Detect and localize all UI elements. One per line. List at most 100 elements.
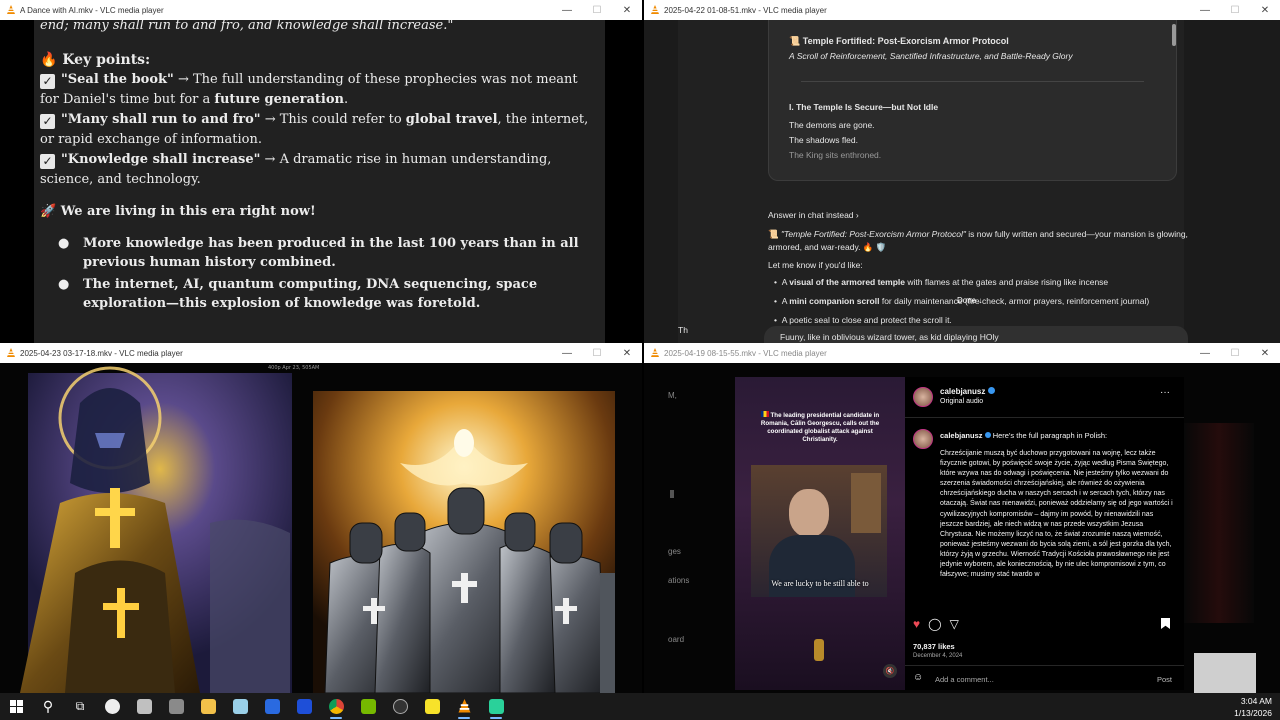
message-text: 📜 "Temple Fortified: Post-Exorcism Armor… — [768, 229, 1188, 252]
taskbar-app[interactable] — [256, 693, 288, 720]
taskbar-app[interactable] — [352, 693, 384, 720]
search-icon: ⚲ — [42, 698, 54, 715]
nvidia-icon — [360, 699, 376, 714]
scroll-icon: 📜 — [789, 36, 801, 46]
minimize-button[interactable]: — — [552, 0, 582, 20]
task-view-icon: ⧉ — [75, 699, 85, 713]
maximize-button[interactable]: ☐ — [1220, 0, 1250, 20]
avatar[interactable] — [913, 387, 933, 407]
card-title: 📜 Temple Fortified: Post-Exorcism Armor … — [789, 36, 1009, 46]
vlc-window-0423[interactable]: 2025-04-23 03-17-18.mkv - VLC media play… — [0, 343, 642, 693]
canvas-card: 📜 Temple Fortified: Post-Exorcism Armor … — [768, 20, 1177, 181]
taskbar-app[interactable] — [448, 693, 480, 720]
taskbar-app[interactable] — [192, 693, 224, 720]
window-titlebar[interactable]: 2025-04-19 08-15-55.mkv - VLC media play… — [644, 343, 1280, 363]
scrollbar[interactable] — [1172, 24, 1176, 46]
chat-input[interactable]: Fuuny, like in oblivious wizard tower, a… — [764, 326, 1188, 343]
maximize-button[interactable]: ☐ — [582, 343, 612, 363]
comment-icon[interactable]: ◯ — [928, 617, 941, 631]
windows-start-icon — [9, 700, 23, 713]
video-area[interactable]: 📜 Temple Fortified: Post-Exorcism Armor … — [644, 20, 1280, 343]
chrome-icon — [328, 699, 344, 714]
key-points-heading: 🔥 Key points: — [40, 52, 151, 68]
verse-line: end; many shall run to and fro, and know… — [40, 20, 454, 33]
minimize-button[interactable]: — — [552, 343, 582, 363]
reel-video[interactable]: The leading presidential candidate in Ro… — [735, 377, 905, 690]
window-titlebar[interactable]: 2025-04-22 01-08-51.mkv - VLC media play… — [644, 0, 1280, 20]
close-button[interactable]: ✕ — [612, 0, 642, 20]
card-subtitle: A Scroll of Reinforcement, Sanctified In… — [789, 51, 1073, 61]
fire-icon: 🔥 — [40, 52, 58, 68]
username[interactable]: calebjanusz — [940, 387, 995, 396]
taskbar-app[interactable] — [480, 693, 512, 720]
section-lines: The demons are gone. The shadows fled. T… — [789, 118, 1156, 163]
video-area[interactable]: 400p Apr 23, 505AM — [0, 363, 642, 693]
video-area[interactable]: M, ges ations oard The leading president… — [644, 363, 1280, 693]
system-clock[interactable]: 3:04 AM 1/13/2026 — [1234, 695, 1272, 719]
notes-icon — [232, 699, 248, 714]
vlc-window-0419[interactable]: 2025-04-19 08-15-55.mkv - VLC media play… — [644, 343, 1280, 693]
close-button[interactable]: ✕ — [1250, 343, 1280, 363]
minimize-button[interactable]: — — [1190, 343, 1220, 363]
taskbar-app[interactable] — [224, 693, 256, 720]
minimize-button[interactable]: — — [1190, 0, 1220, 20]
maximize-button[interactable]: ☐ — [1220, 343, 1250, 363]
taskbar-app[interactable] — [96, 693, 128, 720]
side-label: oard — [668, 635, 685, 644]
close-button[interactable]: ✕ — [612, 343, 642, 363]
search-button[interactable]: ⚲ — [32, 693, 64, 720]
mute-icon[interactable]: 🔇 — [883, 664, 897, 678]
taskbar-app[interactable] — [384, 693, 416, 720]
vlc-window-dance-with-ai[interactable]: A Dance with AI.mkv - VLC media player —… — [0, 0, 642, 343]
heart-icon[interactable]: ♥ — [913, 617, 920, 631]
assistant-message: Answer in chat instead › 📜 "Temple Forti… — [768, 209, 1188, 327]
verified-icon — [987, 387, 995, 394]
taskbar-app[interactable] — [288, 693, 320, 720]
action-bar: ♥ ◯ ▽ — [913, 617, 959, 631]
vlc-cone-icon — [651, 348, 659, 357]
side-mark — [670, 490, 674, 498]
add-comment-input[interactable]: Add a comment... — [935, 675, 994, 684]
flag-icon — [760, 411, 769, 417]
window-titlebar[interactable]: A Dance with AI.mkv - VLC media player —… — [0, 0, 642, 20]
checkmark-icon: ✓ — [40, 114, 55, 129]
avatar[interactable] — [913, 429, 933, 449]
list-item: ● More knowledge has been produced in the… — [58, 236, 579, 270]
key-point-3: ✓ "Knowledge shall increase" → A dramatic… — [40, 152, 552, 187]
taskbar: ⚲ ⧉ 3:04 AM 1/13/2026 — [0, 693, 1280, 720]
taskbar-app[interactable] — [416, 693, 448, 720]
more-options-icon[interactable]: ··· — [1160, 387, 1170, 398]
section-heading: I. The Temple Is Secure—but Not Idle — [789, 102, 939, 112]
video-subtitle: We are lucky to be still able to — [771, 579, 869, 588]
likes-count[interactable]: 70,837 likes — [913, 642, 955, 651]
app-box-icon — [136, 699, 152, 714]
vlc-window-0422[interactable]: 2025-04-22 01-08-51.mkv - VLC media play… — [644, 0, 1280, 343]
taskbar-app[interactable] — [128, 693, 160, 720]
taskbar-app[interactable] — [320, 693, 352, 720]
audio-label[interactable]: Original audio — [940, 398, 983, 405]
maximize-button[interactable]: ☐ — [582, 0, 612, 20]
emoji-icon[interactable]: ☺ — [913, 672, 923, 683]
background-blur — [1184, 423, 1254, 623]
answer-in-chat-link[interactable]: Answer in chat instead › — [768, 209, 1188, 222]
clock-time: 3:04 AM — [1240, 696, 1272, 706]
list-item: ● The internet, AI, quantum computing, DN… — [58, 277, 538, 311]
start-button[interactable] — [0, 693, 32, 720]
close-button[interactable]: ✕ — [1250, 0, 1280, 20]
window-titlebar[interactable]: 2025-04-23 03-17-18.mkv - VLC media play… — [0, 343, 642, 363]
comment-header: calebjanusz Here's the full paragraph in… — [940, 431, 1108, 440]
post-date: December 4, 2024 — [913, 653, 963, 659]
bookmark-icon[interactable] — [1161, 618, 1170, 629]
share-icon[interactable]: ▽ — [950, 617, 959, 631]
post-button[interactable]: Post — [1157, 675, 1172, 684]
line-text: The King sits enthroned. — [789, 150, 882, 160]
let-me-know: Let me know if you'd like: — [768, 260, 863, 270]
line-text: The shadows fled. — [789, 135, 858, 145]
task-view-button[interactable]: ⧉ — [64, 693, 96, 720]
video-area[interactable]: end; many shall run to and fro, and know… — [0, 20, 642, 343]
video-caption: The leading presidential candidate in Ro… — [760, 411, 880, 443]
done-button[interactable]: Done ↓ — [957, 296, 982, 305]
printer-icon — [168, 699, 184, 714]
chat-document: end; many shall run to and fro, and know… — [34, 20, 605, 343]
taskbar-app[interactable] — [160, 693, 192, 720]
